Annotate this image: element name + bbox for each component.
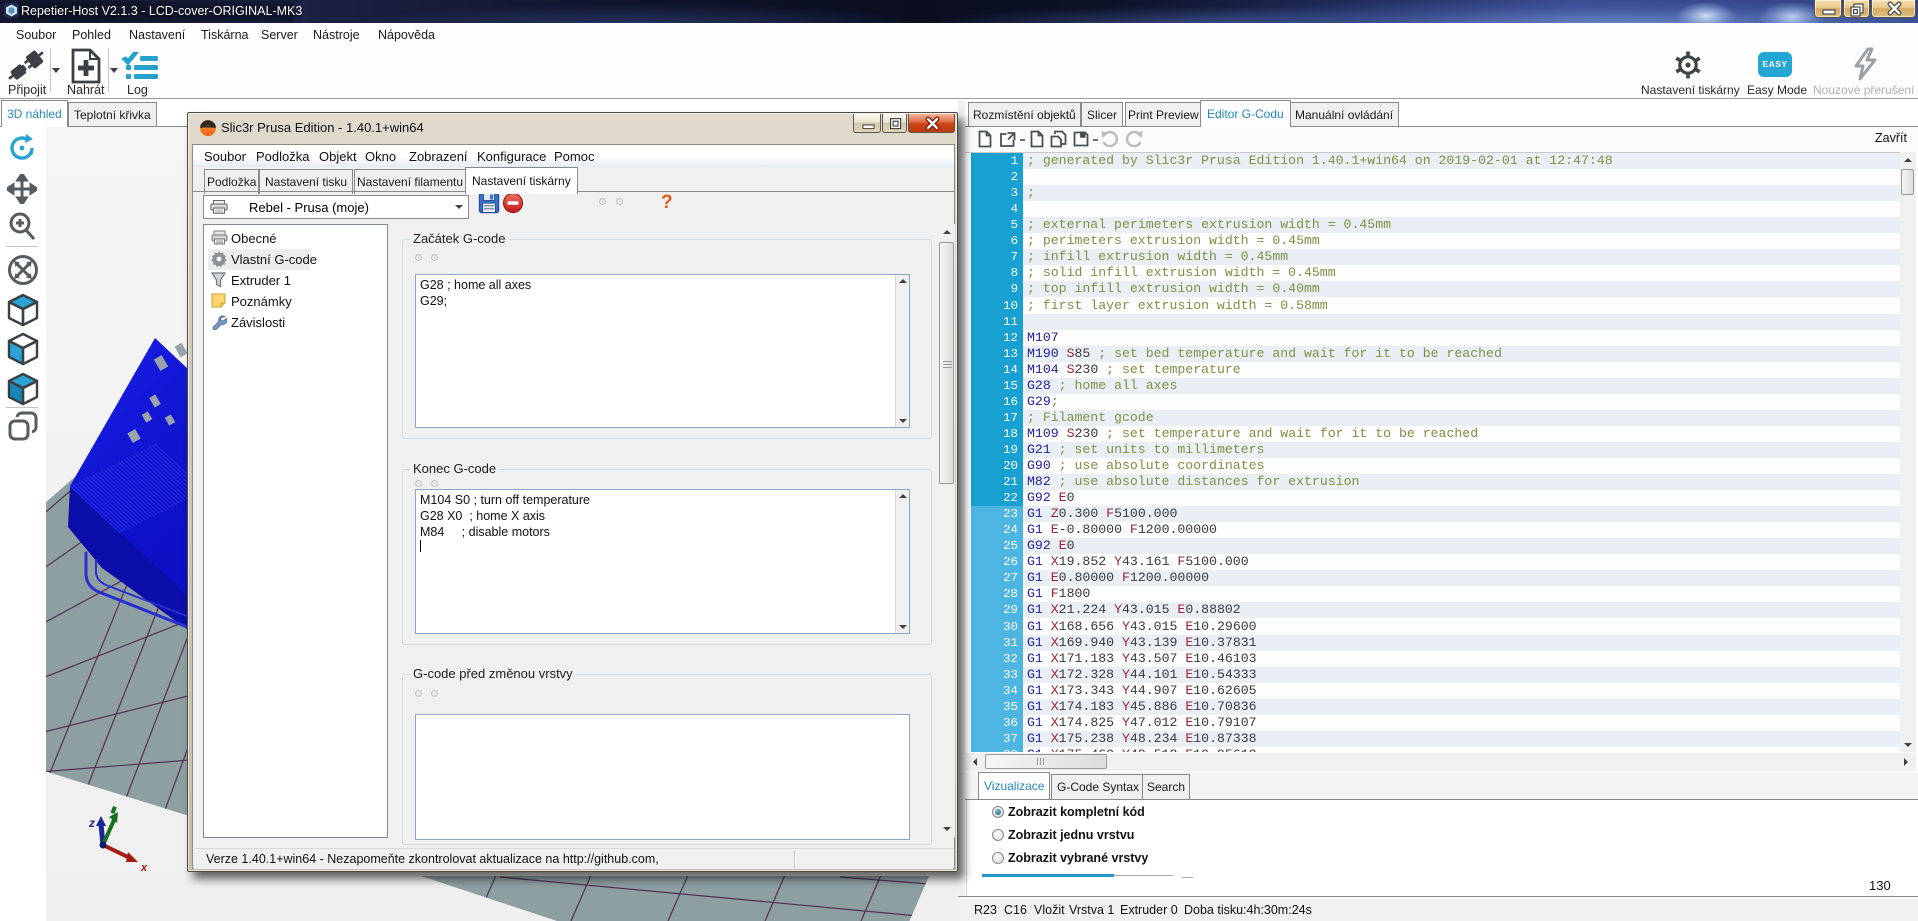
svg-text:z: z (88, 816, 95, 830)
svg-text:x: x (140, 862, 148, 874)
